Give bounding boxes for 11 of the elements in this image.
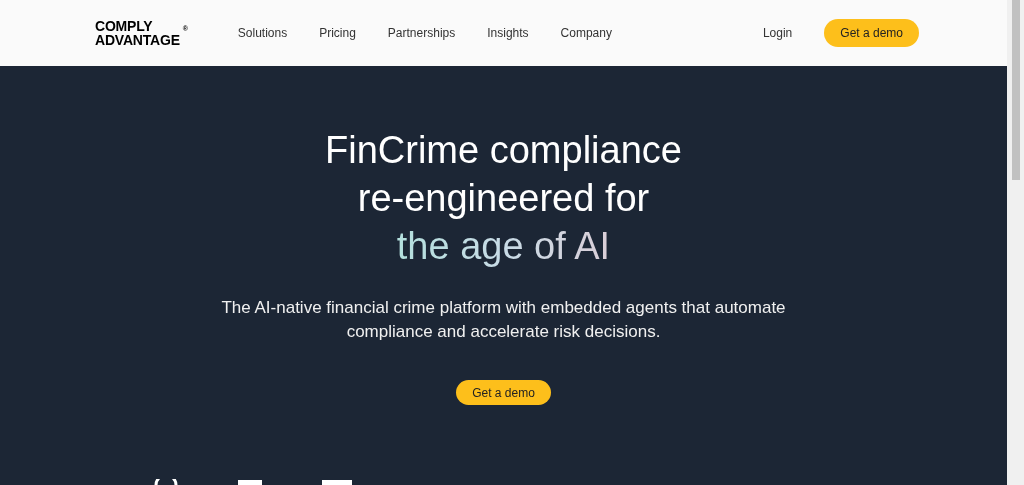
demo-button[interactable]: Get a demo: [824, 19, 919, 47]
login-link[interactable]: Login: [762, 26, 793, 40]
hero-heading: FinCrime compliance re-engineered for the age of AI: [325, 126, 682, 270]
nav-link[interactable]: Pricing: [319, 26, 356, 40]
nav-link[interactable]: Insights: [487, 26, 529, 40]
nav-link[interactable]: Partnerships: [387, 26, 456, 40]
nav-link[interactable]: Solutions: [237, 26, 288, 40]
hero-subtitle: The AI-native financial crime platform with embedded agents that automate compliance and accelerate risk decisions.: [220, 297, 787, 343]
scrollbar[interactable]: [1007, 0, 1024, 485]
nav-link[interactable]: Company: [560, 26, 612, 40]
demo-button[interactable]: Get a demo: [456, 380, 551, 405]
